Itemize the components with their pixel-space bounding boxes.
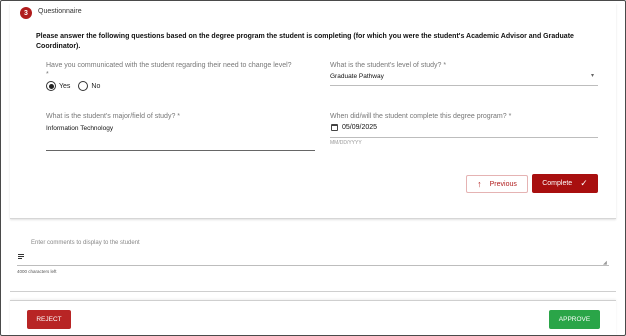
dropdown-arrow-icon[interactable]: ▾ (591, 72, 594, 79)
section-divider (10, 291, 616, 292)
checkmark-icon: ✓ (580, 178, 588, 188)
level-question-label: What is the student's level of study? * (330, 62, 447, 69)
previous-button[interactable]: ↑ Previous (466, 175, 528, 193)
reject-button[interactable]: REJECT (27, 310, 71, 329)
major-input-underline (46, 150, 315, 151)
previous-button-label: Previous (489, 180, 517, 188)
major-input[interactable]: Information Technology (46, 125, 113, 132)
radio-yes[interactable] (46, 81, 56, 91)
communicated-question-label: Have you communicated with the student r… (46, 61, 316, 79)
approve-button[interactable]: APPROVE (549, 310, 600, 329)
major-question-label: What is the student's major/field of stu… (46, 113, 181, 120)
completion-date-question-label: When did/will the student complete this … (330, 113, 512, 120)
footer-bar (10, 300, 616, 336)
resize-handle-icon[interactable]: ◢ (603, 260, 607, 266)
completion-date-input[interactable]: 05/09/2025 (342, 124, 377, 131)
characters-left-counter: 4000 characters left (17, 269, 57, 274)
level-select-underline (330, 85, 598, 86)
complete-button-label: Complete (542, 180, 573, 187)
required-mark: * (46, 71, 49, 78)
completion-date-underline (330, 137, 598, 138)
radio-no-label[interactable]: No (91, 83, 100, 90)
comments-underline (17, 265, 609, 266)
arrow-up-icon: ↑ (477, 178, 482, 189)
radio-yes-label[interactable]: Yes (59, 83, 70, 90)
complete-button[interactable]: Complete ✓ (532, 174, 598, 193)
calendar-icon[interactable] (331, 124, 338, 131)
radio-no[interactable] (78, 81, 89, 91)
step-number-badge: 3 (20, 7, 32, 19)
date-format-hint: MM/DD/YYYY (330, 140, 362, 146)
communicated-question-text: Have you communicated with the student r… (46, 62, 292, 69)
level-select[interactable]: Graduate Pathway (330, 73, 384, 80)
text-lines-icon (18, 254, 24, 260)
comments-textarea[interactable]: Enter comments to display to the student (31, 240, 140, 246)
step-title: Questionnaire (38, 8, 82, 15)
instructions-text: Please answer the following questions ba… (36, 33, 574, 50)
communicated-radio-group: Yes No (46, 81, 108, 91)
